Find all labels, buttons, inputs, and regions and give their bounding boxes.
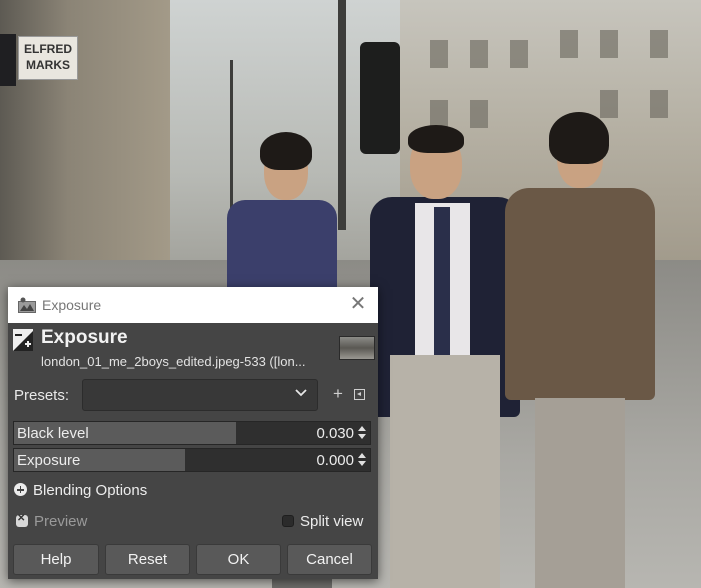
- close-icon[interactable]: ✕: [348, 293, 368, 315]
- person-middle: [370, 125, 520, 588]
- expand-plus-icon: [14, 483, 27, 496]
- chevron-down-icon: [295, 386, 307, 403]
- black-level-value: 0.030: [316, 425, 354, 442]
- black-level-spinner-icon[interactable]: [358, 425, 367, 441]
- blending-options-label: Blending Options: [33, 482, 148, 499]
- exposure-slider[interactable]: Exposure 0.000: [13, 448, 371, 472]
- black-level-slider[interactable]: Black level 0.030: [13, 421, 371, 445]
- split-view-label: Split view: [300, 513, 364, 530]
- ok-button[interactable]: OK: [196, 544, 281, 575]
- preview-checkbox[interactable]: Preview: [16, 513, 87, 530]
- preview-label: Preview: [34, 513, 88, 530]
- shop-sign: ELFRED MARKS: [18, 36, 78, 80]
- black-level-label: Black level: [17, 425, 89, 442]
- exposure-dialog: Exposure ✕ Exposure london_01_me_2boys_e…: [8, 287, 378, 579]
- split-view-checkbox[interactable]: Split view: [282, 513, 363, 530]
- tool-title: Exposure: [41, 327, 128, 348]
- reset-button[interactable]: Reset: [105, 544, 190, 575]
- add-preset-icon[interactable]: +: [330, 385, 346, 402]
- presets-dropdown[interactable]: [82, 379, 318, 411]
- image-subtitle: london_01_me_2boys_edited.jpeg-533 ([lon…: [41, 354, 306, 369]
- preset-menu-icon[interactable]: [354, 389, 365, 400]
- dark-sign: [0, 34, 16, 86]
- cancel-button[interactable]: Cancel: [287, 544, 372, 575]
- exposure-value: 0.000: [316, 452, 354, 469]
- preview-check-icon: [16, 513, 28, 527]
- person-right: [505, 110, 655, 588]
- help-button[interactable]: Help: [13, 544, 99, 575]
- split-view-box-icon: [282, 515, 294, 527]
- exposure-spinner-icon[interactable]: [358, 452, 367, 468]
- dialog-title: Exposure: [42, 297, 102, 313]
- exposure-label: Exposure: [17, 452, 81, 469]
- image-thumbnail: [339, 336, 375, 360]
- dialog-titlebar[interactable]: Exposure ✕: [8, 287, 378, 323]
- gimp-app-icon: [18, 297, 36, 313]
- presets-label: Presets:: [14, 387, 70, 404]
- exposure-tool-icon: [13, 329, 33, 351]
- blending-options-expander[interactable]: Blending Options: [14, 482, 147, 499]
- tool-header: Exposure london_01_me_2boys_edited.jpeg-…: [8, 323, 378, 373]
